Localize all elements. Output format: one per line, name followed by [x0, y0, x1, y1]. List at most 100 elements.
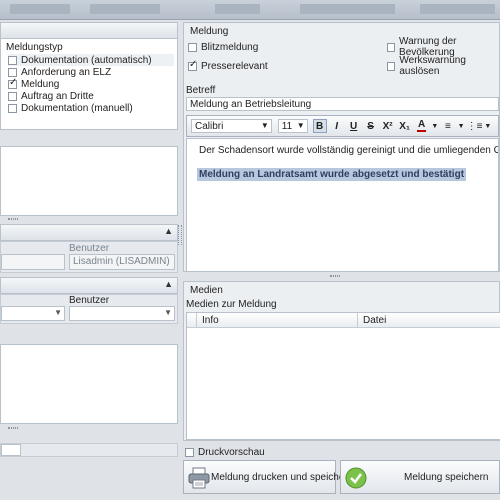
- chevron-down-icon[interactable]: ▼: [164, 308, 172, 317]
- top-tab[interactable]: [90, 4, 160, 14]
- chevron-down-icon[interactable]: ▼: [484, 119, 491, 133]
- editor-content[interactable]: Der Schadensort wurde vollständig gerein…: [186, 138, 499, 272]
- checkbox[interactable]: [387, 61, 396, 71]
- meldungstyp-item[interactable]: Dokumentation (manuell): [8, 102, 174, 114]
- font-size-dropdown[interactable]: 11 ▼: [277, 119, 308, 133]
- left-empty-panel-1: [0, 146, 178, 216]
- checkmark-icon: [345, 467, 367, 489]
- date-input[interactable]: [1, 254, 65, 270]
- editor-toolbar: Calibri ▼ 11 ▼ B I U S X² X₁ A ▼ ≡ ▼ ⋮≡ …: [186, 115, 499, 137]
- font-size-value: 11: [281, 121, 293, 132]
- save-button[interactable]: Meldung speichern: [340, 460, 500, 494]
- chevron-down-icon[interactable]: ▼: [297, 121, 305, 130]
- column-header-info[interactable]: Info: [202, 315, 219, 326]
- medien-subtitle: Medien zur Meldung: [186, 299, 277, 310]
- meldungstyp-item[interactable]: Meldung: [8, 77, 174, 90]
- left-section1-header[interactable]: ▲: [0, 224, 178, 241]
- presserelevant-label: Presserelevant: [201, 60, 268, 72]
- meldung-title: Meldung: [190, 26, 229, 37]
- blitzmeldung-option[interactable]: Blitzmeldung: [188, 41, 258, 53]
- medien-group: Medien Medien zur Meldung Info Datei: [183, 281, 500, 441]
- warnung-option[interactable]: Warnung der Bevölkerung: [387, 36, 499, 58]
- print-save-label: Meldung drucken und speichern: [211, 472, 354, 483]
- list-icon[interactable]: ⋮≡: [467, 119, 483, 133]
- checkbox-checked[interactable]: [8, 77, 17, 89]
- vertical-splitter[interactable]: [178, 225, 182, 245]
- print-save-button[interactable]: Meldung drucken und speichern: [183, 460, 353, 494]
- meldungstyp-item-label: Dokumentation (automatisch): [21, 54, 152, 66]
- font-color-button[interactable]: A: [415, 119, 429, 133]
- column-divider: [357, 313, 358, 327]
- align-icon[interactable]: ≡: [441, 119, 455, 133]
- checkbox[interactable]: [387, 42, 396, 52]
- table-header: Info Datei: [187, 313, 500, 328]
- top-tab[interactable]: [420, 4, 495, 14]
- meldungstyp-list: Dokumentation (automatisch) Anforderung …: [8, 54, 174, 114]
- top-tab[interactable]: [215, 4, 260, 14]
- strikethrough-button[interactable]: S: [364, 119, 378, 133]
- benutzer-field[interactable]: Lisadmin (LISADMIN): [69, 254, 175, 270]
- meldungstyp-item[interactable]: Dokumentation (automatisch): [8, 54, 174, 66]
- splitter-grip[interactable]: [8, 427, 18, 429]
- type-dropdown[interactable]: ▼: [1, 306, 65, 321]
- chevron-down-icon[interactable]: ▼: [431, 119, 438, 133]
- top-tab[interactable]: [300, 4, 395, 14]
- subscript-button[interactable]: X₁: [398, 119, 412, 133]
- medien-table: Info Datei: [186, 312, 500, 440]
- meldungstyp-item-label: Dokumentation (manuell): [21, 102, 133, 114]
- medien-title: Medien: [190, 285, 223, 296]
- druckvorschau-label: Druckvorschau: [198, 446, 265, 458]
- checkbox[interactable]: [188, 42, 197, 52]
- splitter-grip[interactable]: [330, 275, 340, 277]
- left-bottom-strip: [0, 443, 178, 457]
- werkswarnung-label: Werkswarnung auslösen: [399, 55, 466, 77]
- font-color-swatch: [417, 130, 427, 132]
- left-empty-panel-2: [0, 344, 178, 424]
- column-header-datei[interactable]: Datei: [363, 315, 386, 326]
- printer-icon: [188, 467, 210, 489]
- bold-button[interactable]: B: [312, 119, 327, 133]
- splitter-grip[interactable]: [8, 218, 18, 220]
- werkswarnung-option[interactable]: Werkswarnung auslösen: [387, 55, 499, 77]
- checkbox[interactable]: [185, 447, 194, 457]
- meldungstyp-item[interactable]: Anforderung an ELZ: [8, 66, 174, 78]
- checkbox[interactable]: [8, 55, 17, 65]
- meldungstyp-item-label: Anforderung an ELZ: [21, 66, 112, 78]
- betreff-input[interactable]: Meldung an Betriebsleitung: [186, 97, 499, 111]
- save-label: Meldung speichern: [404, 472, 489, 483]
- italic-button[interactable]: I: [330, 119, 344, 133]
- druckvorschau-option[interactable]: Druckvorschau: [185, 446, 265, 458]
- editor-line: Der Schadensort wurde vollständig gerein…: [199, 145, 499, 156]
- presserelevant-option[interactable]: Presserelevant: [188, 59, 268, 72]
- top-tab-strip: [0, 0, 500, 20]
- top-tab[interactable]: [10, 4, 70, 14]
- editor-line-selected: Meldung an Landratsamt wurde abgesetzt u…: [197, 168, 467, 181]
- checkbox[interactable]: [8, 103, 17, 113]
- chevron-up-icon[interactable]: ▲: [164, 226, 173, 236]
- left-section2-body: Benutzer ▼ ▼: [0, 294, 178, 324]
- meldungstyp-panel: Meldungstyp Dokumentation (automatisch) …: [0, 38, 178, 130]
- benutzer-dropdown[interactable]: ▼: [69, 306, 175, 321]
- betreff-label: Betreff: [186, 85, 216, 96]
- row-indicator-header: [187, 313, 197, 327]
- meldungstyp-item[interactable]: Auftrag an Dritte: [8, 90, 174, 102]
- left-section2-header[interactable]: ▲: [0, 277, 178, 294]
- chevron-up-icon[interactable]: ▲: [164, 279, 173, 289]
- benutzer-label: Benutzer: [69, 243, 110, 254]
- bottom-input[interactable]: [1, 444, 21, 456]
- checkbox[interactable]: [8, 67, 17, 77]
- benutzer-label: Benutzer: [69, 295, 110, 306]
- superscript-button[interactable]: X²: [381, 119, 395, 133]
- left-top-header: [0, 22, 178, 39]
- font-family-value: Calibri: [195, 121, 224, 132]
- meldungstyp-item-label: Meldung: [21, 78, 60, 90]
- chevron-down-icon[interactable]: ▼: [261, 121, 269, 130]
- checkbox-checked[interactable]: [188, 59, 197, 71]
- font-color-letter: A: [418, 119, 426, 130]
- checkbox[interactable]: [8, 91, 17, 101]
- font-family-dropdown[interactable]: Calibri ▼: [191, 119, 272, 133]
- meldungstyp-item-label: Auftrag an Dritte: [21, 90, 94, 102]
- chevron-down-icon[interactable]: ▼: [458, 119, 465, 133]
- chevron-down-icon[interactable]: ▼: [54, 308, 62, 317]
- underline-button[interactable]: U: [347, 119, 361, 133]
